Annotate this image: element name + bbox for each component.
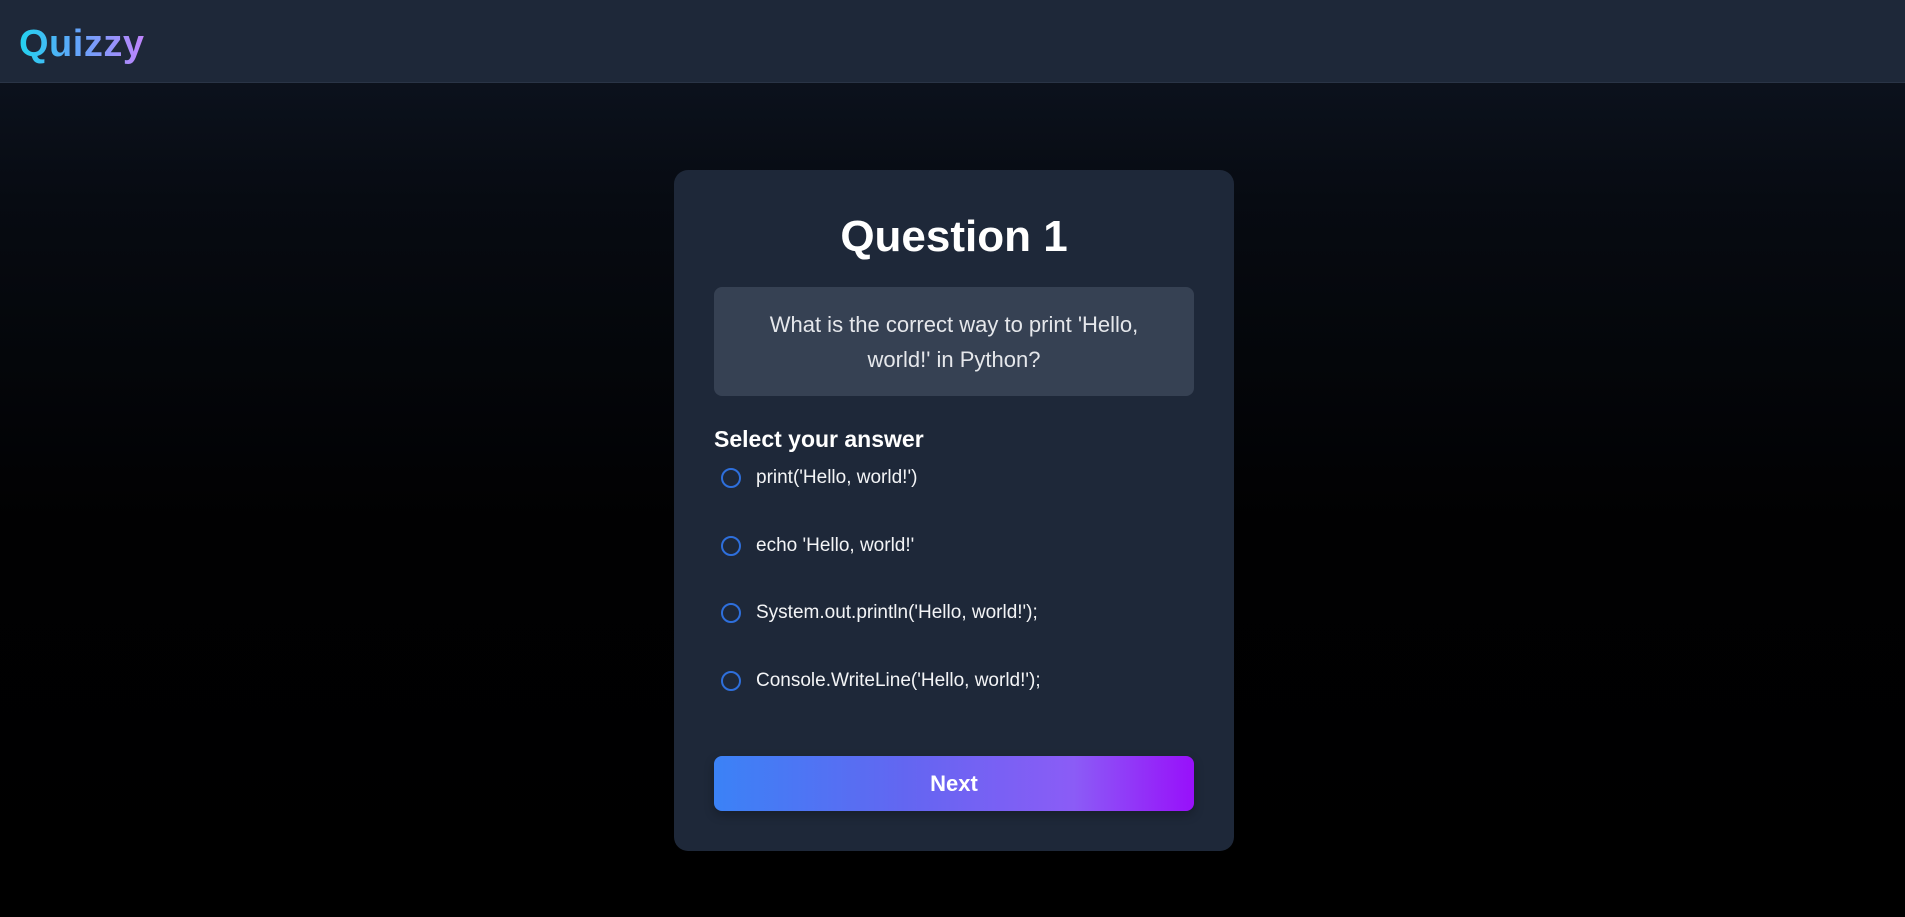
select-answer-label: Select your answer [714, 426, 924, 452]
top-navbar: Quizzy [0, 0, 1905, 83]
next-button[interactable]: Next [714, 756, 1194, 811]
answer-option-label[interactable]: print('Hello, world!') [756, 466, 917, 490]
answer-option-4[interactable]: Console.WriteLine('Hello, world!'); [721, 664, 1041, 698]
radio-button-1[interactable] [721, 468, 741, 488]
question-card: Question 1 What is the correct way to pr… [674, 170, 1234, 851]
app-logo[interactable]: Quizzy [19, 20, 144, 68]
radio-button-3[interactable] [721, 603, 741, 623]
question-text: What is the correct way to print 'Hello,… [769, 311, 1139, 372]
radio-button-2[interactable] [721, 536, 741, 556]
answer-option-label[interactable]: Console.WriteLine('Hello, world!'); [756, 669, 1041, 693]
radio-button-4[interactable] [721, 671, 741, 691]
answer-option-2[interactable]: echo 'Hello, world!' [721, 529, 914, 563]
answer-option-label[interactable]: System.out.println('Hello, world!'); [756, 601, 1038, 625]
answer-option-label[interactable]: echo 'Hello, world!' [756, 534, 914, 558]
question-title: Question 1 [840, 212, 1068, 261]
answer-option-1[interactable]: print('Hello, world!') [721, 461, 917, 495]
answer-option-3[interactable]: System.out.println('Hello, world!'); [721, 596, 1038, 630]
question-box: What is the correct way to print 'Hello,… [714, 287, 1194, 396]
